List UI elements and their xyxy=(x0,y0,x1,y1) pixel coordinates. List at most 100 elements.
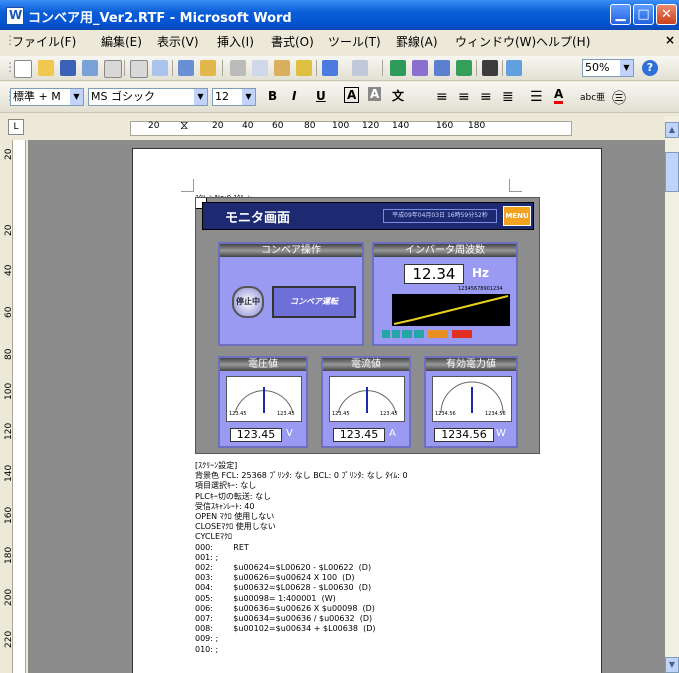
font-dropdown[interactable]: MS ゴシック ▼ xyxy=(88,88,208,106)
menu-edit[interactable]: 編集(E) xyxy=(101,33,142,50)
settings-line: 009: ; xyxy=(195,634,219,644)
char-border-icon[interactable]: A xyxy=(344,87,360,103)
ruler-mark: 120 xyxy=(362,121,380,131)
font-value: MS ゴシック xyxy=(91,90,155,103)
phonetic-guide-icon[interactable]: abc亜 xyxy=(580,90,605,103)
toolbar-separator xyxy=(172,60,173,76)
inverter-panel: インバータ周波数 12.34 Hz 12345678901234 xyxy=(372,242,518,346)
ruler-mark: 60 xyxy=(4,306,14,318)
menu-help[interactable]: ヘルプ(H) xyxy=(536,33,590,50)
power-panel: 有効電力値 1234.56 1234.56 1234.56 W xyxy=(424,356,518,448)
vertical-scrollbar[interactable]: ▲ ▼ xyxy=(665,116,679,673)
align-right-icon[interactable]: ≡ xyxy=(480,89,492,105)
redo-icon[interactable] xyxy=(352,60,368,76)
toolbar-separator xyxy=(124,60,125,76)
current-readout: 123.45 xyxy=(333,428,385,442)
justify-icon[interactable]: ≣ xyxy=(502,89,514,105)
graph-nav-button[interactable] xyxy=(382,330,390,338)
doc-close-icon[interactable]: × xyxy=(665,33,675,47)
permission-icon[interactable] xyxy=(82,60,98,76)
insert-excel-icon[interactable] xyxy=(456,60,472,76)
tab-selector-icon[interactable]: L xyxy=(8,119,24,135)
save-icon[interactable] xyxy=(60,60,76,76)
chevron-down-icon[interactable]: ▼ xyxy=(242,89,255,105)
ruler-mark: 180 xyxy=(468,121,486,131)
hmi-menu-button[interactable]: MENU xyxy=(503,206,531,226)
print-icon[interactable] xyxy=(104,60,122,78)
char-shading-icon[interactable]: A xyxy=(368,87,382,101)
indent-marker-icon[interactable]: ⧖ xyxy=(180,118,188,133)
cut-icon[interactable] xyxy=(230,60,246,76)
scroll-thumb[interactable] xyxy=(665,152,679,192)
hmi-datetime: 平成09年04月03日 16時59分52秒 xyxy=(383,209,497,223)
menu-file[interactable]: ファイル(F) xyxy=(12,33,76,50)
maximize-button[interactable]: □ xyxy=(633,4,654,25)
numbering-icon[interactable]: ☰ xyxy=(530,89,543,105)
enclose-char-icon[interactable]: ㊂ xyxy=(612,88,626,108)
menu-table[interactable]: 罫線(A) xyxy=(396,33,438,50)
align-center-icon[interactable]: ≡ xyxy=(458,89,470,105)
horizontal-ruler[interactable]: L 20 ⧖ 20 40 60 80 100 120 140 160 180 xyxy=(0,116,665,138)
help-icon[interactable]: ? xyxy=(642,60,658,76)
vertical-ruler[interactable]: 20 20 40 60 80 100 120 140 160 180 200 2… xyxy=(0,140,28,673)
bold-icon[interactable]: B xyxy=(268,89,277,103)
insert-table-icon[interactable] xyxy=(434,60,450,76)
research-book-icon[interactable] xyxy=(200,60,216,76)
menu-tools[interactable]: ツール(T) xyxy=(328,33,381,50)
ruler-mark: 160 xyxy=(4,506,14,524)
scroll-up-icon[interactable]: ▲ xyxy=(665,122,679,138)
zoom-value: 50% xyxy=(585,61,610,74)
screen-settings-text: [ｽｸﾘｰﾝ設定] 背景色 FCL: 25368 ﾌﾟﾘﾝﾀ: なし BCL: 0… xyxy=(195,461,408,655)
graph-action-button[interactable] xyxy=(452,330,472,338)
graph-action-button[interactable] xyxy=(428,330,448,338)
tables-borders-icon[interactable] xyxy=(412,60,428,76)
graph-nav-button[interactable] xyxy=(392,330,400,338)
copy-icon[interactable] xyxy=(252,60,268,76)
font-color-icon[interactable]: A xyxy=(554,87,564,104)
print-preview-icon[interactable] xyxy=(130,60,148,78)
menu-view[interactable]: 表示(V) xyxy=(157,33,199,50)
power-panel-header: 有効電力値 xyxy=(426,358,516,371)
research-icon[interactable] xyxy=(152,60,168,76)
chevron-down-icon[interactable]: ▼ xyxy=(194,89,207,105)
scroll-down-icon[interactable]: ▼ xyxy=(665,657,679,673)
spelling-icon[interactable] xyxy=(178,60,194,76)
graph-nav-button[interactable] xyxy=(402,330,412,338)
align-left-icon[interactable]: ≡ xyxy=(436,89,448,105)
word-app-icon[interactable] xyxy=(6,7,24,25)
char-scaling-icon[interactable]: 文 xyxy=(392,87,404,104)
ruler-mark: 140 xyxy=(392,121,410,131)
menu-format[interactable]: 書式(O) xyxy=(271,33,314,50)
ruler-mark: 80 xyxy=(4,348,14,360)
italic-icon[interactable]: I xyxy=(292,89,296,103)
chevron-down-icon[interactable]: ▼ xyxy=(70,89,83,105)
menu-insert[interactable]: 挿入(I) xyxy=(217,33,254,50)
settings-line: 004: $u00632=$L00628 - $L00630 (D) xyxy=(195,583,372,593)
settings-line: 000: RET xyxy=(195,542,249,552)
document-page[interactable]: ｽｸﾘｰﾝ No:0 ｽｸﾘｰﾝ モニタ画面 平成09年04月03日 16時59… xyxy=(132,148,602,673)
minimize-button[interactable]: ▁ xyxy=(610,4,631,25)
undo-icon[interactable] xyxy=(322,60,338,76)
document-area[interactable]: ｽｸﾘｰﾝ No:0 ｽｸﾘｰﾝ モニタ画面 平成09年04月03日 16時59… xyxy=(28,140,665,673)
paste-icon[interactable] xyxy=(274,60,290,76)
font-size-dropdown[interactable]: 12 ▼ xyxy=(212,88,256,106)
conveyor-run-button[interactable]: コンベア運転 xyxy=(272,286,356,318)
open-folder-icon[interactable] xyxy=(38,60,54,76)
voltage-panel: 電圧値 123.45 123.45 123.45 V xyxy=(218,356,308,448)
hmi-screen-image[interactable]: モニタ画面 平成09年04月03日 16時59分52秒 MENU コンベア操作 … xyxy=(195,197,540,454)
underline-icon[interactable]: U xyxy=(316,89,326,103)
graph-nav-button[interactable] xyxy=(414,330,424,338)
settings-line: 001: ; xyxy=(195,552,219,562)
trend-line xyxy=(393,295,509,325)
new-document-icon[interactable] xyxy=(14,60,32,78)
power-unit: W xyxy=(496,428,506,439)
zoom-dropdown[interactable]: 50% ▼ xyxy=(582,59,634,77)
style-dropdown[interactable]: 標準 + M ▼ xyxy=(10,88,84,106)
drawing-icon[interactable] xyxy=(506,60,522,76)
format-painter-icon[interactable] xyxy=(296,60,312,76)
menu-window[interactable]: ウィンドウ(W) xyxy=(455,33,536,50)
chevron-down-icon[interactable]: ▼ xyxy=(620,60,633,76)
columns-icon[interactable] xyxy=(482,60,498,76)
close-button[interactable]: ✕ xyxy=(656,4,677,25)
hyperlink-icon[interactable] xyxy=(390,60,406,76)
